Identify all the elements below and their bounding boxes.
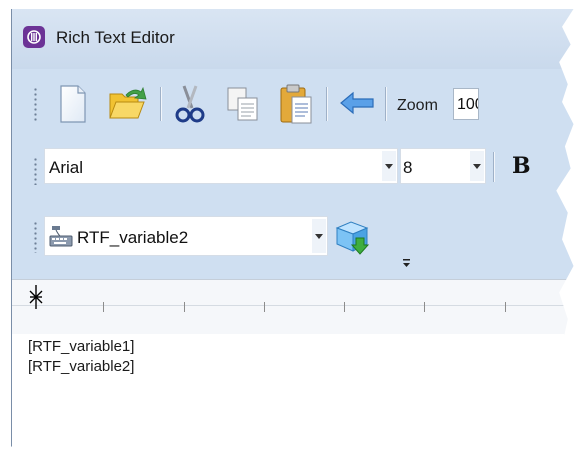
font-size-combo[interactable]: 8	[400, 148, 486, 184]
ruler-tick	[344, 302, 345, 312]
font-family-value: Arial	[49, 158, 84, 177]
bold-button[interactable]: B	[512, 153, 531, 179]
variable-value: RTF_variable2	[77, 228, 189, 247]
overflow-chevron-icon[interactable]	[402, 255, 412, 267]
toolbar-separator	[385, 87, 386, 121]
open-folder-icon[interactable]	[108, 83, 148, 125]
rich-text-editor-window: Rich Text Editor Zoom 10 Arial 8 B RTF_v…	[11, 9, 574, 447]
undo-icon[interactable]	[337, 83, 377, 125]
ruler-tick	[424, 302, 425, 312]
ruler-tick	[505, 302, 506, 312]
chevron-down-icon[interactable]	[312, 219, 326, 253]
font-size-value: 8	[403, 158, 413, 177]
toolbar-area: Zoom 100 Arial 8 B	[12, 69, 574, 279]
toolbar-grip[interactable]	[34, 157, 37, 185]
variable-icon	[47, 223, 75, 251]
new-document-icon[interactable]	[56, 83, 90, 125]
indent-marker-icon[interactable]	[29, 284, 43, 310]
ruler-tick	[103, 302, 104, 312]
toolbar-grip[interactable]	[34, 87, 37, 123]
insert-variable-icon[interactable]	[331, 216, 375, 258]
window-title: Rich Text Editor	[56, 28, 175, 47]
cut-icon[interactable]	[172, 83, 208, 125]
ruler-baseline	[12, 305, 574, 306]
app-icon	[23, 26, 45, 48]
title-bar: Rich Text Editor	[12, 9, 574, 69]
font-family-combo[interactable]: Arial	[44, 148, 398, 184]
zoom-input[interactable]: 100	[453, 88, 479, 120]
zoom-label: Zoom	[397, 97, 438, 114]
editor-line[interactable]: [RTF_variable2]	[28, 358, 134, 375]
copy-icon[interactable]	[224, 83, 262, 125]
chevron-down-icon[interactable]	[470, 151, 484, 181]
editor-area[interactable]: [RTF_variable1] [RTF_variable2]	[12, 334, 574, 447]
toolbar-separator	[160, 87, 161, 121]
editor-line[interactable]: [RTF_variable1]	[28, 338, 134, 355]
ruler-tick	[264, 302, 265, 312]
toolbar-separator	[493, 152, 494, 182]
toolbar-separator	[326, 87, 327, 121]
ruler-tick	[184, 302, 185, 312]
variable-combo[interactable]: RTF_variable2	[44, 216, 328, 256]
ruler	[12, 279, 574, 335]
toolbar-grip[interactable]	[34, 221, 37, 253]
paste-icon[interactable]	[277, 81, 315, 127]
chevron-down-icon[interactable]	[382, 151, 396, 181]
